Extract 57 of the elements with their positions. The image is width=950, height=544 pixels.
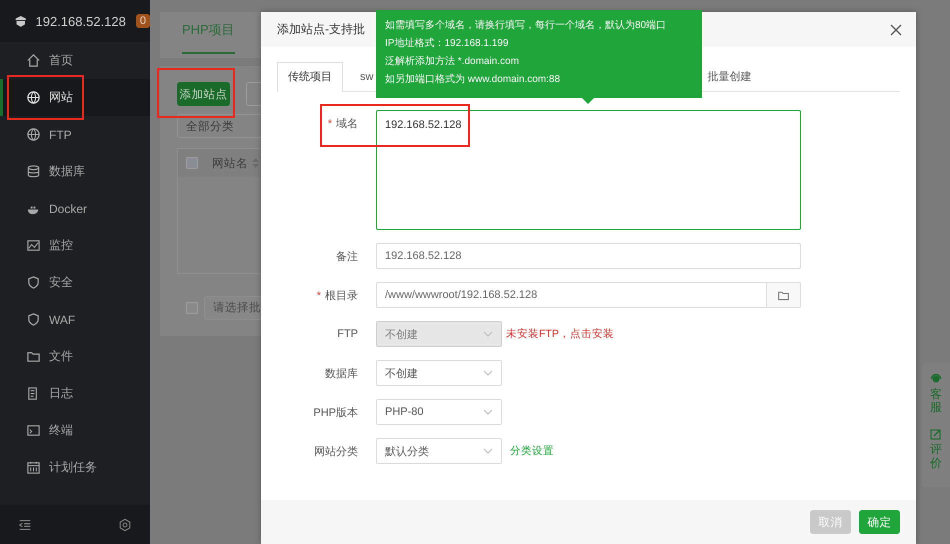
tooltip-line: IP地址格式：192.168.1.199 xyxy=(385,37,510,50)
dialog-tab[interactable]: 批量创建 xyxy=(690,62,768,91)
field-label: 网站分类 xyxy=(313,444,359,458)
field-label: 备注 xyxy=(335,250,359,264)
calendar-icon xyxy=(26,460,41,475)
tooltip-line: 泛解析添加方法 *.domain.com xyxy=(385,55,520,68)
sidebar-item[interactable]: 监控 xyxy=(0,227,150,264)
collapse-icon[interactable] xyxy=(18,518,32,532)
server-address: 192.168.52.128 xyxy=(36,14,126,28)
chart-icon xyxy=(26,238,41,253)
logo-icon xyxy=(14,13,28,29)
text-field[interactable]: 192.168.52.128 xyxy=(376,243,801,269)
field-label: 数据库 xyxy=(324,366,359,380)
sidebar-item[interactable]: Docker xyxy=(0,190,150,227)
sidebar-item[interactable]: 首页 xyxy=(0,42,150,79)
sidebar-item[interactable]: 日志 xyxy=(0,375,150,412)
database-icon xyxy=(26,164,41,179)
folder-icon xyxy=(26,349,41,364)
domain-field[interactable]: 192.168.52.128 xyxy=(376,110,801,230)
folder-icon xyxy=(777,288,790,302)
sidebar-item[interactable]: 数据库 xyxy=(0,153,150,190)
select-field[interactable]: PHP-80 xyxy=(376,399,502,425)
sort-icon xyxy=(252,158,259,168)
field-label: * 根目录 xyxy=(316,288,359,302)
field-label: PHP版本 xyxy=(312,406,359,420)
globe-icon xyxy=(26,127,41,142)
sidebar-item[interactable]: WAF xyxy=(0,301,150,338)
sidebar-item[interactable]: 安全 xyxy=(0,264,150,301)
select-field[interactable]: 默认分类 xyxy=(376,438,502,464)
add-site-button[interactable]: 添加站点 xyxy=(177,82,230,106)
close-icon[interactable] xyxy=(890,24,902,36)
chevron-icon xyxy=(483,409,493,415)
sidebar-item[interactable]: FTP xyxy=(0,116,150,153)
chevron-icon xyxy=(483,331,493,337)
tooltip-line: 如需填写多个域名，请换行填写，每行一个域名，默认为80端口 xyxy=(385,19,668,32)
chevron-icon xyxy=(483,448,493,454)
terminal-icon xyxy=(26,423,41,438)
folder-button[interactable] xyxy=(766,282,801,308)
chevron-icon xyxy=(483,370,493,376)
home-icon xyxy=(26,53,41,68)
settings-icon[interactable] xyxy=(118,518,132,532)
dialog-tab[interactable]: 传统项目 xyxy=(277,62,343,92)
shield-icon xyxy=(26,312,41,327)
checkbox[interactable] xyxy=(186,157,198,169)
tooltip-line: 如另加端口格式为 www.domain.com:88 xyxy=(385,73,562,86)
path-field[interactable]: /www/wwwroot/192.168.52.128 xyxy=(376,282,766,308)
field-label: FTP xyxy=(336,328,359,340)
field-label: * 域名 xyxy=(326,117,359,131)
shield-icon xyxy=(26,275,41,290)
sidebar-item[interactable]: 终端 xyxy=(0,412,150,449)
globe-icon xyxy=(26,90,41,105)
sidebar-item[interactable]: 计划任务 xyxy=(0,449,150,486)
notification-badge: 0 xyxy=(136,14,150,28)
dialog-title: 添加站点-支持批 xyxy=(277,21,365,38)
sidebar-item[interactable]: 文件 xyxy=(0,338,150,375)
checkbox[interactable] xyxy=(186,302,198,314)
select-field[interactable]: 不创建 xyxy=(376,360,502,386)
